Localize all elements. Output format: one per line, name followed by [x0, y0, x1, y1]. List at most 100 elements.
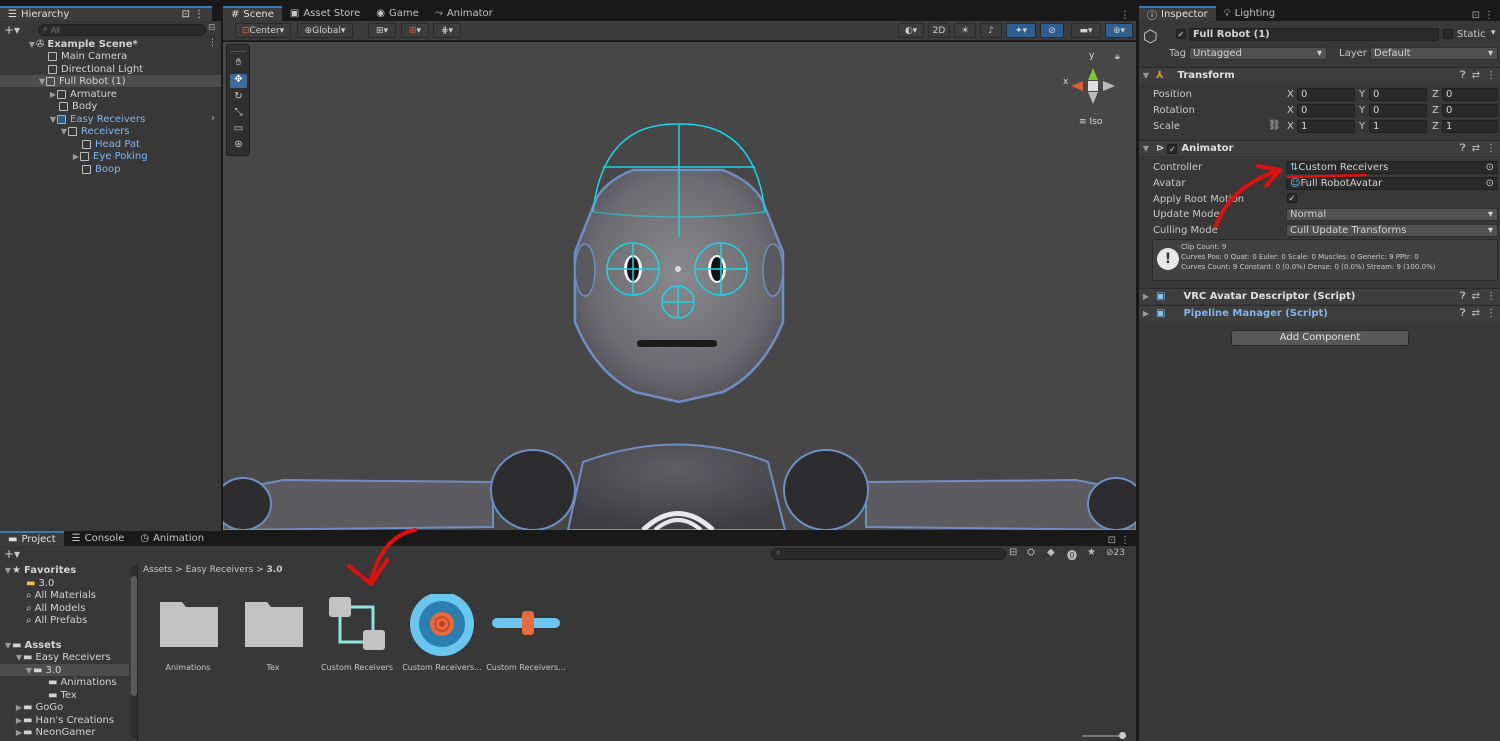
- tab-game[interactable]: ◉ Game: [368, 6, 427, 21]
- scale-z-field[interactable]: 1: [1442, 120, 1498, 133]
- vrc-avatar-descriptor-header[interactable]: ▶ ▣ VRC Avatar Descriptor (Script) ❓︎ ⇄ …: [1139, 288, 1500, 304]
- lock-icon[interactable]: ⊡: [1108, 535, 1116, 546]
- add-button[interactable]: +▾: [4, 23, 20, 37]
- object-picker-icon[interactable]: ⊙: [1486, 162, 1494, 173]
- lock-icon[interactable]: ⊡: [1472, 10, 1480, 21]
- label-icon[interactable]: ◆: [1047, 547, 1055, 558]
- more-icon[interactable]: ⋮: [1486, 143, 1496, 154]
- asset-custom-receivers-3[interactable]: Custom Receivers...: [484, 594, 568, 674]
- folder-neongamer[interactable]: ▶ ▬ NeonGamer: [15, 726, 96, 738]
- tree-item-full-robot[interactable]: ▼ Full Robot (1): [0, 75, 221, 87]
- animator-enabled-checkbox[interactable]: ✓: [1167, 143, 1178, 154]
- favorite-all-prefabs[interactable]: ⌕ All Prefabs: [26, 614, 87, 626]
- scale-y-field[interactable]: 1: [1369, 120, 1427, 133]
- folder-easy-receivers[interactable]: ▼ ▬ Easy Receivers: [15, 651, 111, 663]
- folder-3-0[interactable]: ▼ ▬ 3.0: [0, 664, 129, 676]
- audio-toggle[interactable]: ♪: [980, 23, 1002, 38]
- more-icon[interactable]: ⋮: [1486, 291, 1496, 302]
- drag-handle[interactable]: [230, 47, 246, 52]
- 2d-toggle[interactable]: 2D: [928, 23, 950, 38]
- tab-lighting[interactable]: 💡︎ Lighting: [1216, 6, 1283, 21]
- scene-viewport[interactable]: y x 🔒︎ ≡ Iso ✋︎ ✥ ↻ ⤡ ▭ ⊛: [223, 42, 1136, 530]
- transform-tool-icon[interactable]: ⊛: [230, 139, 247, 153]
- effects-toggle[interactable]: ✦▾: [1006, 23, 1036, 38]
- tree-item-boop[interactable]: Boop: [82, 163, 120, 175]
- slider-handle[interactable]: [1119, 732, 1126, 739]
- chevron-right-icon[interactable]: ›: [211, 113, 215, 124]
- position-x-field[interactable]: 0: [1297, 88, 1355, 101]
- move-tool-icon[interactable]: ✥: [230, 74, 247, 88]
- tab-animation[interactable]: ◷ Animation: [132, 531, 212, 546]
- tree-item-body[interactable]: Body: [59, 100, 97, 112]
- search-type-icon[interactable]: ⊟: [208, 23, 216, 33]
- splitter-right[interactable]: [1136, 6, 1139, 741]
- scene-more-icon[interactable]: ⋮: [208, 38, 217, 48]
- asset-folder-tex[interactable]: Tex: [231, 594, 315, 674]
- pipeline-manager-header[interactable]: ▶ ▣ Pipeline Manager (Script) ❓︎ ⇄ ⋮: [1139, 305, 1500, 321]
- tab-project[interactable]: ▬ Project: [0, 531, 64, 546]
- help-icon[interactable]: ❓︎: [1460, 308, 1466, 319]
- static-dropdown-icon[interactable]: ▾: [1491, 28, 1496, 38]
- hidden-packages-toggle[interactable]: ⊘23: [1106, 548, 1125, 558]
- tree-item-directional-light[interactable]: Directional Light: [48, 63, 143, 75]
- favorite-all-materials[interactable]: ⌕ All Materials: [26, 589, 96, 601]
- tab-console[interactable]: ☰ Console: [64, 531, 133, 546]
- tree-item-head-pat[interactable]: Head Pat: [82, 138, 140, 150]
- project-search-input[interactable]: [771, 548, 1006, 560]
- tree-item-example-scene[interactable]: ▼ ✇ Example Scene*: [28, 38, 138, 50]
- hierarchy-search-input[interactable]: [38, 24, 206, 36]
- favorite-star-icon[interactable]: ★: [1087, 547, 1096, 558]
- grid-snap-button[interactable]: ⊞▾: [368, 23, 396, 38]
- tree-item-main-camera[interactable]: Main Camera: [48, 50, 127, 62]
- help-icon[interactable]: ❓︎: [1460, 291, 1466, 302]
- asset-folder-animations[interactable]: Animations: [146, 594, 230, 674]
- object-name-field[interactable]: Full Robot (1): [1189, 28, 1439, 41]
- preset-icon[interactable]: ⇄: [1472, 291, 1480, 302]
- gizmos-button[interactable]: ⊕▾: [1105, 23, 1133, 38]
- lighting-toggle[interactable]: ☀: [954, 23, 976, 38]
- preset-icon[interactable]: ⇄: [1472, 308, 1480, 319]
- tab-animator[interactable]: ⤳ Animator: [427, 6, 501, 21]
- hand-tool-icon[interactable]: ✋︎: [230, 57, 247, 71]
- tree-item-eye-poking[interactable]: ▶ Eye Poking: [72, 150, 148, 162]
- icon-size-slider[interactable]: [1082, 732, 1126, 739]
- more-icon[interactable]: ⋮: [1120, 10, 1130, 21]
- increment-snap-button[interactable]: ⋕▾: [433, 23, 461, 38]
- more-icon[interactable]: ⋮: [1484, 10, 1494, 21]
- more-icon[interactable]: ⋮: [1120, 535, 1130, 546]
- more-icon[interactable]: ⋮: [1486, 308, 1496, 319]
- more-icon[interactable]: ⋮: [1486, 70, 1496, 81]
- splitter-left[interactable]: [221, 6, 223, 531]
- breadcrumb-current[interactable]: 3.0: [267, 565, 283, 575]
- assets-header[interactable]: ▼ ▬ Assets: [4, 639, 62, 651]
- lock-icon[interactable]: ⊡: [182, 9, 190, 20]
- position-z-field[interactable]: 0: [1442, 88, 1498, 101]
- favorites-header[interactable]: ▼ ★ Favorites: [4, 564, 76, 576]
- tree-scrollbar[interactable]: [131, 566, 137, 738]
- favorite-all-models[interactable]: ⌕ All Models: [26, 602, 85, 614]
- tab-inspector[interactable]: ⓘ Inspector: [1139, 6, 1216, 22]
- animator-header[interactable]: ▼ ⊳ ✓ Animator ❓︎ ⇄ ⋮: [1139, 140, 1500, 156]
- add-component-button[interactable]: Add Component: [1231, 330, 1409, 346]
- active-checkbox[interactable]: ✓: [1176, 29, 1186, 39]
- grid-visibility-button[interactable]: ⊞ ▾: [401, 23, 429, 38]
- help-icon[interactable]: ❓︎: [1460, 143, 1466, 154]
- rotate-tool-icon[interactable]: ↻: [230, 91, 247, 105]
- folder-animations[interactable]: ▬ Animations: [48, 676, 117, 688]
- preset-icon[interactable]: ⇄: [1472, 143, 1480, 154]
- object-picker-icon[interactable]: ⊙: [1486, 178, 1494, 189]
- layer-dropdown[interactable]: Default ▾: [1370, 47, 1498, 60]
- pivot-dropdown[interactable]: ⊡ Center ▾: [235, 23, 291, 38]
- rotation-y-field[interactable]: 0: [1369, 104, 1427, 117]
- orientation-gizmo[interactable]: [1071, 68, 1115, 104]
- rotation-z-field[interactable]: 0: [1442, 104, 1498, 117]
- filter-type-icon[interactable]: ⛭: [1027, 547, 1035, 558]
- folder-tex[interactable]: ▬ Tex: [48, 689, 77, 701]
- tag-dropdown[interactable]: Untagged ▾: [1189, 47, 1327, 60]
- tab-hierarchy[interactable]: ☰ Hierarchy ⊡ ⋮: [0, 6, 212, 21]
- camera-button[interactable]: ▬▾: [1071, 23, 1101, 38]
- tree-item-receivers[interactable]: ▼ Receivers: [60, 125, 130, 137]
- space-dropdown[interactable]: ⊕ Global ▾: [297, 23, 353, 38]
- scrollbar-thumb[interactable]: [131, 576, 137, 696]
- tree-item-easy-receivers[interactable]: ▼ Easy Receivers: [49, 113, 145, 125]
